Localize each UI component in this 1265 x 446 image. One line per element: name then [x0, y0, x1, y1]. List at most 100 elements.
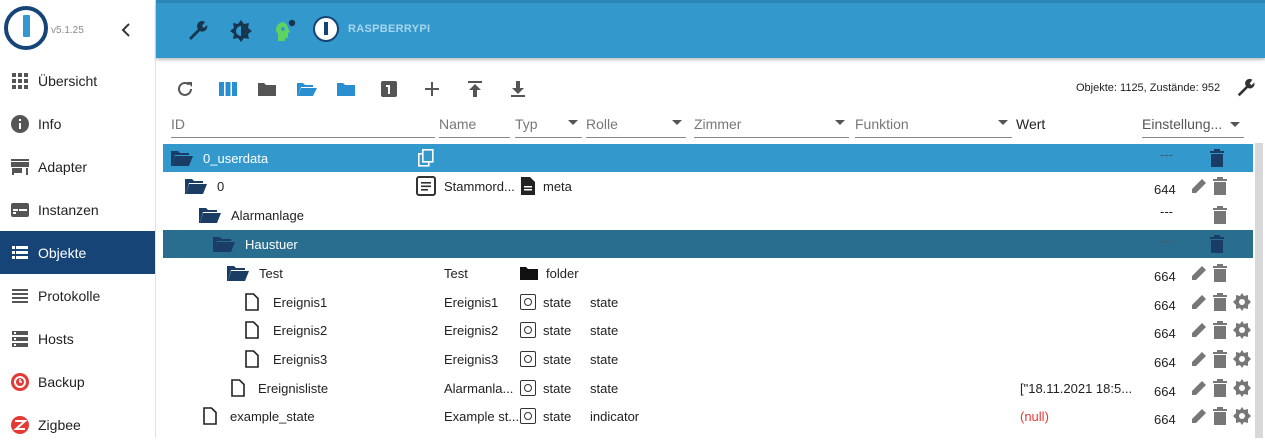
- tree-row-ereignis1[interactable]: Ereignis1 Ereignis1 state state 664: [163, 288, 1253, 316]
- gear-icon[interactable]: [1233, 379, 1251, 397]
- tree-row-haustuer[interactable]: Haustuer ---: [163, 230, 1253, 258]
- tree-row-0[interactable]: 0 Stammord... meta 644: [163, 172, 1253, 200]
- trash-icon[interactable]: [1213, 293, 1231, 311]
- row-id: Ereignis1: [273, 294, 328, 310]
- trash-icon[interactable]: [1213, 177, 1231, 195]
- trash-icon[interactable]: [1210, 149, 1228, 167]
- edit-icon[interactable]: [1190, 321, 1208, 339]
- row-name: Ereignis1: [444, 294, 499, 310]
- download-icon[interactable]: [507, 78, 529, 100]
- gear-icon[interactable]: [1233, 293, 1251, 311]
- tree-row-0_userdata[interactable]: 0_userdata ---: [163, 144, 1253, 172]
- tree-row-test[interactable]: Test Test folder 664: [163, 259, 1253, 287]
- chevron-left-icon[interactable]: [118, 20, 136, 40]
- row-type: state: [543, 408, 572, 424]
- expert-mode-icon[interactable]: [272, 19, 296, 43]
- row-value[interactable]: ["18.11.2021 18:5...: [1020, 374, 1132, 402]
- sidebar-item-label: Instanzen: [38, 201, 99, 218]
- filter-funktion-select[interactable]: Funktion: [855, 112, 1012, 138]
- row-type: state: [543, 351, 572, 367]
- tree-row-alarmanlage[interactable]: Alarmanlage ---: [163, 201, 1253, 229]
- column-id-label: ID: [171, 116, 185, 132]
- folder-open-icon[interactable]: [213, 230, 235, 258]
- folder-icon[interactable]: [256, 78, 278, 100]
- trash-icon[interactable]: [1213, 379, 1231, 397]
- acl-value: ---: [1160, 203, 1173, 219]
- backup-icon: [10, 372, 30, 392]
- row-role: state: [590, 322, 619, 338]
- tree-row-ereignis2[interactable]: Ereignis2 Ereignis2 state state 664: [163, 316, 1253, 344]
- file-outline-icon: [245, 345, 259, 373]
- row-name: Example st...: [444, 408, 520, 424]
- filter-typ-select[interactable]: Typ: [515, 112, 582, 138]
- sidebar-item-hosts[interactable]: Hosts: [0, 317, 155, 360]
- row-value[interactable]: (null): [1020, 402, 1049, 430]
- wrench-icon[interactable]: [186, 19, 210, 43]
- columns-icon[interactable]: [217, 78, 239, 100]
- sidebar-item-objekte[interactable]: Objekte: [0, 231, 155, 274]
- edit-icon[interactable]: [1190, 293, 1208, 311]
- sidebar-item-instanzen[interactable]: Instanzen: [0, 188, 155, 231]
- folder-open-icon[interactable]: [296, 78, 318, 100]
- tree-row-ereignis3[interactable]: Ereignis3 Ereignis3 state state 664: [163, 345, 1253, 373]
- filter-zimmer-select[interactable]: Zimmer: [694, 112, 849, 138]
- iobroker-logo-icon[interactable]: [4, 6, 48, 50]
- sidebar-item-adapter[interactable]: Adapter: [0, 145, 155, 188]
- edit-icon[interactable]: [1190, 264, 1208, 282]
- filter-id-input[interactable]: ID: [171, 112, 435, 138]
- refresh-icon[interactable]: [174, 78, 196, 100]
- folder-icon: [520, 259, 538, 287]
- version-label: v5.1.25: [51, 25, 84, 36]
- folder-closed-icon[interactable]: [335, 78, 357, 100]
- gear-icon[interactable]: [1233, 321, 1251, 339]
- trash-icon[interactable]: [1213, 407, 1231, 425]
- trash-icon[interactable]: [1213, 206, 1231, 224]
- trash-icon[interactable]: [1213, 321, 1231, 339]
- edit-icon[interactable]: [1190, 177, 1208, 195]
- trash-icon[interactable]: [1210, 235, 1228, 253]
- edit-icon[interactable]: [1190, 379, 1208, 397]
- trash-icon[interactable]: [1213, 350, 1231, 368]
- sidebar-item-uebersicht[interactable]: Übersicht: [0, 59, 155, 102]
- scrollbar[interactable]: [1255, 143, 1263, 438]
- tree-row-ereignisliste[interactable]: Ereignisliste Alarmanla... state state […: [163, 374, 1253, 402]
- row-type: state: [543, 380, 572, 396]
- gear-icon[interactable]: [1233, 350, 1251, 368]
- row-id: example_state: [230, 408, 315, 424]
- copy-icon[interactable]: [418, 144, 434, 172]
- gear-icon[interactable]: [1233, 407, 1251, 425]
- upload-icon[interactable]: [464, 78, 486, 100]
- add-icon[interactable]: [421, 78, 443, 100]
- edit-icon[interactable]: [1190, 407, 1208, 425]
- file-icon: [521, 172, 535, 200]
- file-outline-icon: [203, 402, 217, 430]
- sidebar-item-info[interactable]: Info: [0, 102, 155, 145]
- filter-name-input[interactable]: Name: [439, 112, 510, 138]
- filter-einstellungen-select[interactable]: Einstellung...: [1142, 112, 1244, 138]
- log-icon: [10, 286, 30, 306]
- row-name: Stammord...: [444, 178, 515, 194]
- edit-icon[interactable]: [1190, 350, 1208, 368]
- object-stats: Objekte: 1125, Zustände: 952: [1076, 82, 1221, 94]
- sidebar-item-protokolle[interactable]: Protokolle: [0, 274, 155, 317]
- tree-row-example_state[interactable]: example_state Example st... state indica…: [163, 402, 1253, 430]
- folder-open-icon[interactable]: [199, 201, 221, 229]
- sidebar-item-zigbee[interactable]: Zigbee: [0, 403, 155, 446]
- folder-open-icon[interactable]: [185, 172, 207, 200]
- host-logo-icon: [313, 16, 339, 42]
- column-name-label: Name: [439, 116, 477, 132]
- acl-value: 664: [1154, 297, 1176, 313]
- row-type: state: [543, 322, 572, 338]
- expand-level-icon[interactable]: [378, 78, 400, 100]
- brightness-icon[interactable]: [229, 19, 253, 43]
- wrench-icon[interactable]: [1235, 77, 1257, 99]
- column-wert-label: Wert: [1016, 116, 1046, 132]
- state-icon: [520, 316, 536, 344]
- folder-open-icon[interactable]: [227, 259, 249, 287]
- trash-icon[interactable]: [1213, 264, 1231, 282]
- folder-open-icon[interactable]: [171, 144, 193, 172]
- sidebar-item-label: Zigbee: [38, 416, 81, 433]
- filter-rolle-select[interactable]: Rolle: [586, 112, 686, 138]
- row-name: Alarmanla...: [444, 380, 514, 396]
- sidebar-item-backup[interactable]: Backup: [0, 360, 155, 403]
